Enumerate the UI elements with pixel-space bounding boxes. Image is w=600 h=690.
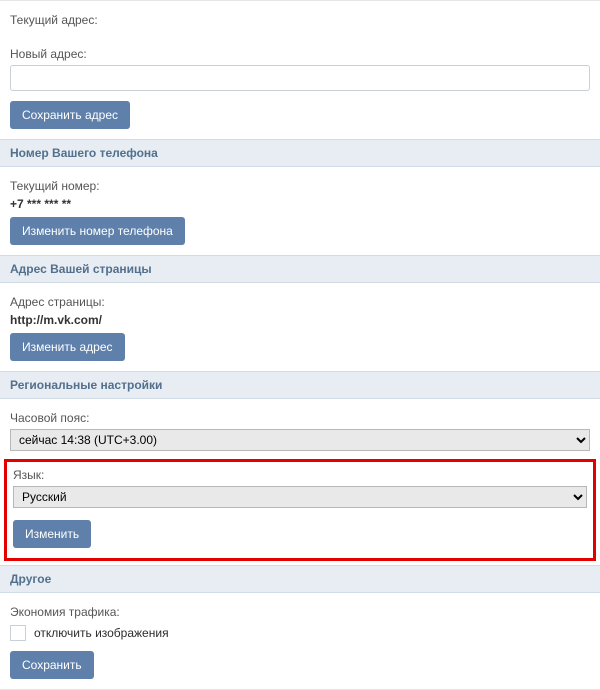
page-address-label: Адрес страницы: bbox=[10, 295, 590, 309]
save-other-button[interactable]: Сохранить bbox=[10, 651, 94, 679]
save-email-button[interactable]: Сохранить адрес bbox=[10, 101, 130, 129]
other-section: Экономия трафика: отключить изображения … bbox=[0, 593, 600, 689]
change-address-button[interactable]: Изменить адрес bbox=[10, 333, 125, 361]
current-phone-label: Текущий номер: bbox=[10, 179, 590, 193]
new-email-label: Новый адрес: bbox=[10, 47, 590, 61]
change-language-button[interactable]: Изменить bbox=[13, 520, 91, 548]
phone-section: Текущий номер: +7 *** *** ** Изменить но… bbox=[0, 167, 600, 255]
new-email-input[interactable] bbox=[10, 65, 590, 91]
regional-section: Часовой пояс: сейчас 14:38 (UTC+3.00) bbox=[0, 399, 600, 455]
disable-images-checkbox[interactable] bbox=[10, 625, 26, 641]
timezone-label: Часовой пояс: bbox=[10, 411, 590, 425]
page-address-value: http://m.vk.com/ bbox=[10, 313, 590, 327]
disable-images-label: отключить изображения bbox=[34, 626, 169, 640]
language-label: Язык: bbox=[13, 468, 587, 482]
email-section: Текущий адрес: Новый адрес: Сохранить ад… bbox=[0, 0, 600, 139]
disable-images-row: отключить изображения bbox=[10, 625, 590, 641]
page-address-section: Адрес страницы: http://m.vk.com/ Изменит… bbox=[0, 283, 600, 371]
timezone-select[interactable]: сейчас 14:38 (UTC+3.00) bbox=[10, 429, 590, 451]
change-phone-button[interactable]: Изменить номер телефона bbox=[10, 217, 185, 245]
language-highlight-box: Язык: Русский Изменить bbox=[4, 459, 596, 561]
other-section-header: Другое bbox=[0, 565, 600, 593]
traffic-label: Экономия трафика: bbox=[10, 605, 590, 619]
page-address-section-header: Адрес Вашей страницы bbox=[0, 255, 600, 283]
phone-section-header: Номер Вашего телефона bbox=[0, 139, 600, 167]
current-email-label: Текущий адрес: bbox=[10, 13, 590, 27]
language-select[interactable]: Русский bbox=[13, 486, 587, 508]
current-phone-value: +7 *** *** ** bbox=[10, 197, 590, 211]
regional-section-header: Региональные настройки bbox=[0, 371, 600, 399]
